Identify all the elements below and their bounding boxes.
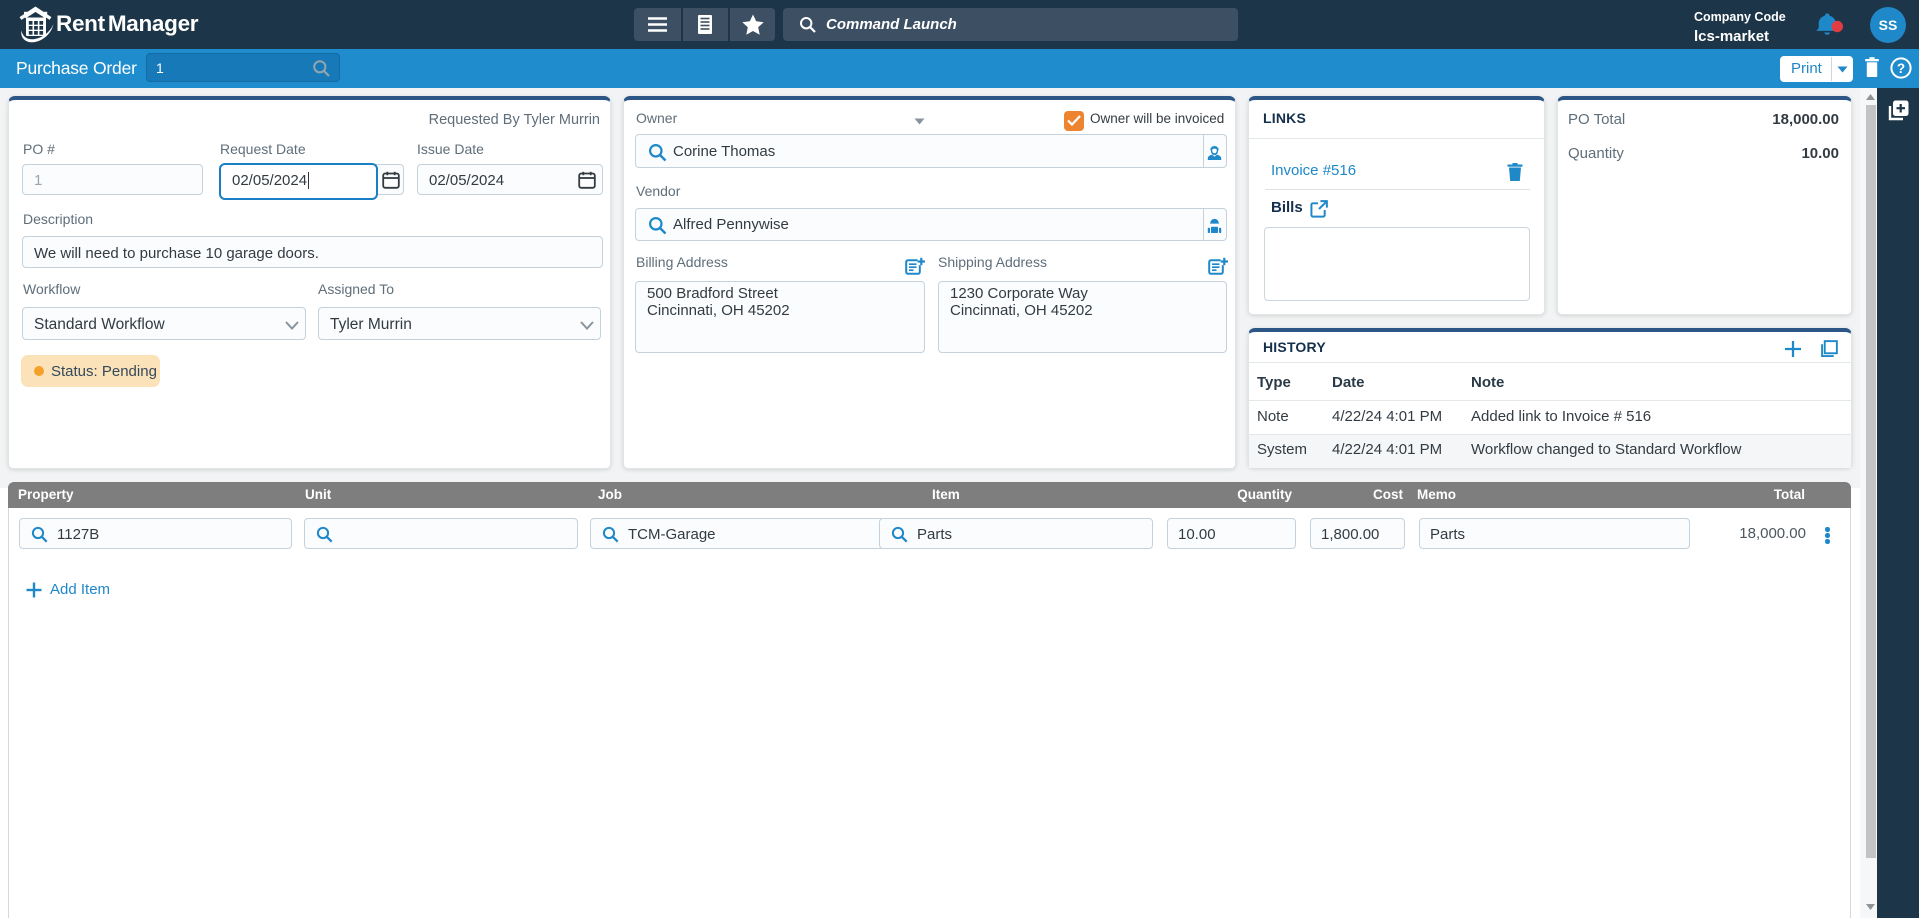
svg-text:?: ? [1897, 61, 1905, 76]
